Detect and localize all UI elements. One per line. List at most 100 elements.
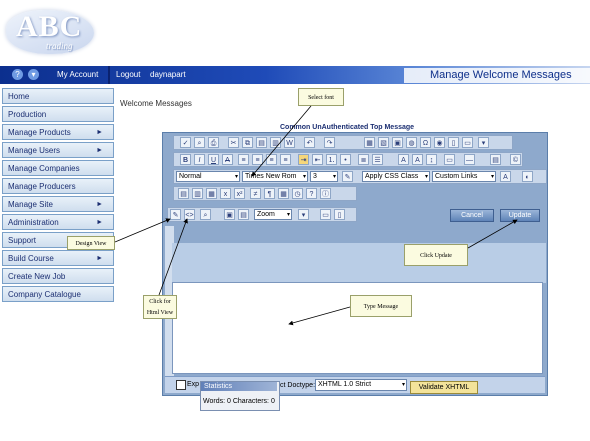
bold-icon[interactable]: B: [180, 154, 191, 165]
format-select[interactable]: Normal ▾: [176, 171, 240, 182]
table-icon[interactable]: ▦: [364, 137, 375, 148]
editor-design-area: [172, 243, 546, 283]
sidebar-item-home[interactable]: Home: [2, 88, 114, 104]
background-color-icon[interactable]: ◐: [522, 171, 533, 182]
paragraph-icon[interactable]: ¶: [264, 188, 275, 199]
preview-icon[interactable]: ⌕: [200, 209, 211, 220]
chevron-right-icon: ►: [96, 219, 103, 226]
paste-word-icon[interactable]: W: [284, 137, 295, 148]
zoom-select[interactable]: Zoom ▾: [254, 209, 292, 220]
unordered-list-icon[interactable]: ☰: [372, 154, 383, 165]
media-icon[interactable]: ◉: [434, 137, 445, 148]
table-props-icon[interactable]: ▧: [378, 137, 389, 148]
sidebar-item-create-new-job[interactable]: Create New Job: [2, 268, 114, 284]
image-icon[interactable]: ▣: [392, 137, 403, 148]
doctype-select[interactable]: XHTML 1.0 Strict ▾: [315, 379, 407, 391]
size-select[interactable]: 3 ▾: [310, 171, 338, 182]
clear-format-icon[interactable]: x: [220, 188, 231, 199]
chevron-right-icon: ►: [96, 147, 103, 154]
insert-date-icon[interactable]: ▤: [490, 154, 501, 165]
justify-icon[interactable]: ≡: [280, 154, 291, 165]
paste-text-icon[interactable]: ▥: [270, 137, 281, 148]
update-button[interactable]: Update: [500, 209, 540, 222]
toggle-border-icon[interactable]: ▭: [320, 209, 331, 220]
username-label: daynapart: [150, 70, 186, 79]
doctype-prefix: Exp: [187, 381, 200, 388]
statistics-panel: Statistics Words: 0 Characters: 0: [200, 381, 280, 411]
ordered-list-icon[interactable]: ≣: [358, 154, 369, 165]
symbol-icon[interactable]: Ω: [420, 137, 431, 148]
highlight-icon[interactable]: ✎: [342, 171, 353, 182]
cut-icon[interactable]: ✂: [228, 137, 239, 148]
indent-icon[interactable]: ⇥: [298, 154, 309, 165]
fullscreen-icon[interactable]: ▣: [224, 209, 235, 220]
template-icon[interactable]: ▭: [462, 137, 473, 148]
undo-icon[interactable]: ↶: [304, 137, 315, 148]
logout-link[interactable]: Logout: [116, 70, 140, 79]
strikethrough-icon[interactable]: A: [222, 154, 233, 165]
strikeout-icon[interactable]: ≠: [250, 188, 261, 199]
sidebar-item-administration[interactable]: Administration ►: [2, 214, 114, 230]
underline-icon[interactable]: U: [208, 154, 219, 165]
table-wizard-icon[interactable]: ▦: [278, 188, 289, 199]
cancel-button[interactable]: Cancel: [450, 209, 494, 222]
design-view-icon[interactable]: ✎: [170, 209, 181, 220]
horizontal-rule-icon[interactable]: —: [464, 154, 475, 165]
module-manager-icon[interactable]: ▾: [298, 209, 309, 220]
sidebar-item-company-catalogue[interactable]: Company Catalogue: [2, 286, 114, 302]
superscript-icon[interactable]: A: [398, 154, 409, 165]
xhtml-icon[interactable]: ▯: [334, 209, 345, 220]
toolbar-row-2: B I U A ≡ ≡ ≡ ≡ ⇥ ⇤ ⒈ • ≣ ☰ A A ↨ ▭ — ▤ …: [173, 152, 523, 167]
help-editor-icon[interactable]: ?: [306, 188, 317, 199]
info-icon[interactable]: ⓘ: [320, 188, 331, 199]
image-manager-icon[interactable]: ▥: [192, 188, 203, 199]
align-right-icon[interactable]: ≡: [266, 154, 277, 165]
chevron-right-icon: ►: [96, 129, 103, 136]
copy-icon[interactable]: ⧉: [242, 137, 253, 148]
redo-icon[interactable]: ↷: [324, 137, 335, 148]
italic-icon[interactable]: I: [194, 154, 205, 165]
copyright-icon[interactable]: ©: [510, 154, 521, 165]
clock-icon[interactable]: ◷: [292, 188, 303, 199]
font-select[interactable]: Times New Rom ▾: [242, 171, 308, 182]
line-height-icon[interactable]: ↨: [426, 154, 437, 165]
border-icon[interactable]: ▭: [444, 154, 455, 165]
export-checkbox[interactable]: [176, 380, 186, 390]
sidebar-item-manage-products[interactable]: Manage Products ►: [2, 124, 114, 140]
callout-type-message: Type Message: [350, 295, 412, 317]
css-class-select[interactable]: Apply CSS Class ▾: [362, 171, 430, 182]
sidebar-item-manage-site[interactable]: Manage Site ►: [2, 196, 114, 212]
help-icon[interactable]: ?: [12, 69, 23, 80]
sidebar-item-manage-users[interactable]: Manage Users ►: [2, 142, 114, 158]
font-color-icon[interactable]: A: [500, 171, 511, 182]
flash-icon[interactable]: ◍: [406, 137, 417, 148]
find-icon[interactable]: ⌕: [194, 137, 205, 148]
callout-click-update: Click Update: [404, 244, 468, 266]
custom-links-select[interactable]: Custom Links ▾: [432, 171, 496, 182]
dropdown-icon[interactable]: ▾: [28, 69, 39, 80]
align-center-icon[interactable]: ≡: [252, 154, 263, 165]
flash-manager-icon[interactable]: ▦: [206, 188, 217, 199]
subscript-icon[interactable]: A: [412, 154, 423, 165]
page-props-icon[interactable]: ▤: [238, 209, 249, 220]
sidebar-item-manage-producers[interactable]: Manage Producers: [2, 178, 114, 194]
sidebar-item-build-course[interactable]: Build Course ►: [2, 250, 114, 266]
html-view-icon[interactable]: <>: [184, 209, 195, 220]
validate-xhtml-button[interactable]: Validate XHTML: [410, 381, 478, 394]
align-left-icon[interactable]: ≡: [238, 154, 249, 165]
numbered-list-icon[interactable]: ⒈: [326, 154, 337, 165]
more-icon[interactable]: ▾: [478, 137, 489, 148]
sidebar-item-production[interactable]: Production: [2, 106, 114, 122]
print-icon[interactable]: ⎙: [208, 137, 219, 148]
callout-click-html: Click for Html View: [143, 295, 177, 319]
sidebar: Home Production Manage Products ► Manage …: [2, 88, 114, 304]
spellcheck-icon[interactable]: ✓: [180, 137, 191, 148]
my-account-link[interactable]: My Account: [57, 70, 98, 79]
outdent-icon[interactable]: ⇤: [312, 154, 323, 165]
superscript-x-icon[interactable]: x²: [234, 188, 245, 199]
paste-icon[interactable]: ▤: [256, 137, 267, 148]
sidebar-item-manage-companies[interactable]: Manage Companies: [2, 160, 114, 176]
bullet-list-icon[interactable]: •: [340, 154, 351, 165]
form-icon[interactable]: ▤: [178, 188, 189, 199]
document-icon[interactable]: ▯: [448, 137, 459, 148]
